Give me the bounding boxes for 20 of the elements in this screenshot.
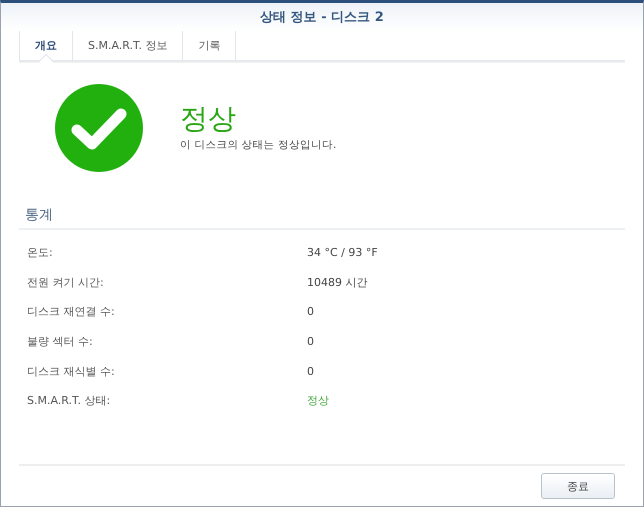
stat-label: 온도:	[27, 245, 54, 260]
tab[interactable]: S.M.A.R.T. 정보	[72, 31, 182, 60]
stat-value: 0	[307, 335, 314, 348]
stat-label: 불량 섹터 수:	[27, 334, 94, 350]
stat-label: 디스크 재연결 수:	[27, 304, 116, 320]
check-circle-icon	[55, 84, 143, 172]
stat-label: 전원 켜기 시간:	[27, 274, 105, 290]
stat-label: S.M.A.R.T. 상태:	[27, 393, 112, 408]
tab[interactable]: 기록	[182, 31, 236, 60]
stat-value: 34 °C / 93 °F	[307, 246, 378, 260]
close-button[interactable]: 종료	[541, 473, 615, 499]
status-description: 이 디스크의 상태는 정상입니다.	[180, 138, 336, 152]
window-title: 상태 정보 - 디스크 2	[260, 9, 384, 26]
status-heading: 정상	[180, 104, 237, 134]
stat-value: 정상	[307, 393, 329, 408]
stat-value: 0	[307, 305, 314, 318]
stat-label: 디스크 재식별 수:	[27, 364, 116, 379]
stat-value: 10489 시간	[307, 274, 368, 290]
section-title: 통계	[25, 207, 53, 223]
stat-value: 0	[307, 364, 314, 378]
